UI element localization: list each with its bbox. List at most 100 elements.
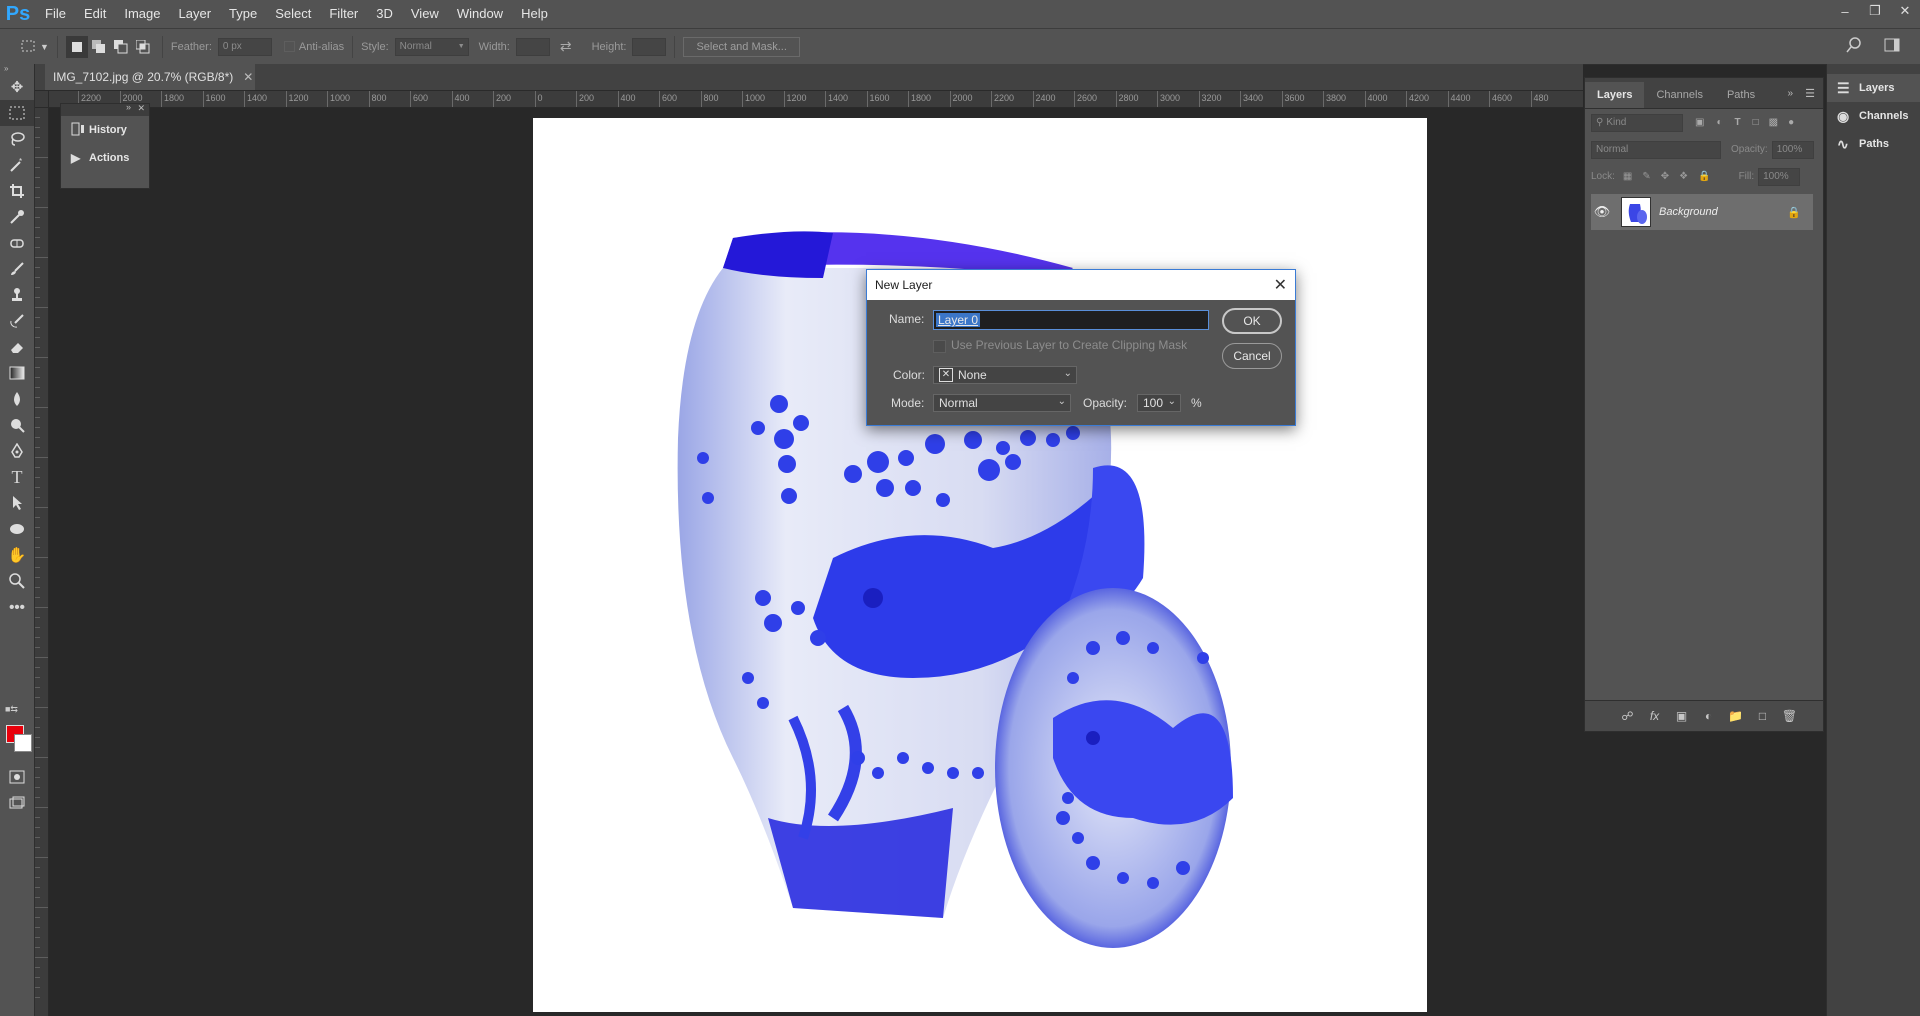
zoom-icon[interactable] — [0, 568, 34, 594]
dialog-title-bar[interactable]: New Layer ✕ — [867, 270, 1295, 300]
pen-icon[interactable] — [0, 438, 34, 464]
intersect-selection-icon[interactable] — [132, 36, 154, 58]
opacity-input[interactable]: 100 ⌄ — [1137, 394, 1181, 412]
new-selection-icon[interactable] — [65, 35, 88, 58]
lock-all-icon[interactable]: 🔒 — [1698, 171, 1710, 182]
filter-type-icon[interactable]: T — [1735, 117, 1741, 128]
menu-image[interactable]: Image — [115, 0, 169, 28]
menu-window[interactable]: Window — [448, 0, 512, 28]
delete-layer-icon[interactable]: 🗑 — [1776, 709, 1803, 723]
new-layer-icon[interactable]: □ — [1749, 709, 1776, 723]
close-icon[interactable]: ✕ — [1274, 275, 1287, 295]
filter-adjustment-icon[interactable]: ◐ — [1716, 117, 1722, 128]
color-select[interactable]: ✕ None ⌄ — [933, 366, 1077, 384]
chevron-down-icon[interactable]: ▼ — [40, 42, 49, 52]
restore-icon[interactable]: ❐ — [1860, 0, 1890, 22]
add-selection-icon[interactable] — [88, 36, 110, 58]
width-input[interactable] — [515, 37, 550, 56]
close-tab-icon[interactable]: ✕ — [243, 70, 253, 84]
layer-name-input[interactable]: Layer 0 — [933, 310, 1209, 330]
menu-view[interactable]: View — [402, 0, 448, 28]
select-and-mask-button[interactable]: Select and Mask... — [683, 36, 800, 57]
link-layers-icon[interactable]: ☍ — [1614, 709, 1641, 723]
panel-item-history[interactable]: History — [61, 116, 149, 144]
adjustment-layer-icon[interactable]: ◐ — [1695, 709, 1722, 723]
move-tool-icon[interactable]: ✥ — [0, 74, 34, 100]
menu-filter[interactable]: Filter — [320, 0, 367, 28]
opacity-input[interactable]: 100% — [1771, 140, 1814, 159]
clipping-mask-checkbox[interactable] — [933, 340, 946, 353]
dock-item-channels[interactable]: ◉ Channels — [1827, 102, 1920, 130]
filter-smart-object-icon[interactable]: ▩ — [1769, 117, 1778, 128]
path-selection-icon[interactable] — [0, 490, 34, 516]
subtract-selection-icon[interactable] — [110, 36, 132, 58]
crop-icon[interactable] — [0, 178, 34, 204]
add-mask-icon[interactable]: ▣ — [1668, 709, 1695, 723]
ok-button[interactable]: OK — [1222, 308, 1282, 334]
background-color-swatch[interactable] — [14, 734, 32, 752]
panel-header[interactable]: » ✕ — [61, 102, 149, 116]
menu-layer[interactable]: Layer — [170, 0, 221, 28]
lock-transparent-icon[interactable]: ▦ — [1623, 171, 1632, 182]
mode-select[interactable]: Normal ⌄ — [933, 394, 1071, 412]
fill-input[interactable]: 100% — [1758, 167, 1801, 186]
chevron-down-icon[interactable]: ⌄ — [1168, 396, 1176, 407]
healing-brush-icon[interactable] — [0, 230, 34, 256]
dock-item-layers[interactable]: ☰ Layers — [1827, 74, 1920, 102]
tab-channels[interactable]: Channels — [1644, 82, 1714, 108]
blur-icon[interactable] — [0, 386, 34, 412]
kind-filter-select[interactable]: ⚲ Kind — [1591, 113, 1683, 132]
brush-icon[interactable] — [0, 256, 34, 282]
lock-artboard-icon[interactable]: ❖ — [1679, 171, 1688, 182]
document-tab[interactable]: IMG_7102.jpg @ 20.7% (RGB/8*) ✕ — [45, 64, 255, 90]
screen-mode-icon[interactable] — [0, 790, 34, 816]
workspace-icon[interactable] — [1884, 37, 1900, 56]
dodge-icon[interactable] — [0, 412, 34, 438]
menu-type[interactable]: Type — [220, 0, 266, 28]
filter-pixel-icon[interactable]: ▣ — [1695, 117, 1704, 128]
eraser-icon[interactable] — [0, 334, 34, 360]
hand-icon[interactable]: ✋ — [0, 542, 34, 568]
cancel-button[interactable]: Cancel — [1222, 343, 1282, 369]
menu-select[interactable]: Select — [266, 0, 320, 28]
rectangular-marquee-icon[interactable] — [0, 100, 34, 126]
tab-paths[interactable]: Paths — [1715, 82, 1767, 108]
swap-icon[interactable]: ⇄ — [560, 38, 572, 55]
filter-toggle-icon[interactable]: ● — [1788, 117, 1794, 128]
eye-icon[interactable]: 👁 — [1591, 204, 1613, 220]
fx-icon[interactable]: fx — [1641, 709, 1668, 723]
history-brush-icon[interactable] — [0, 308, 34, 334]
collapse-icon[interactable]: » — [126, 102, 131, 112]
expand-toolbar-icon[interactable]: » — [0, 64, 34, 74]
search-icon[interactable] — [1846, 37, 1862, 56]
menu-file[interactable]: File — [36, 0, 75, 28]
close-icon[interactable]: ✕ — [137, 103, 145, 114]
dock-item-paths[interactable]: ∿ Paths — [1827, 130, 1920, 158]
ellipse-tool-icon[interactable] — [0, 516, 34, 542]
lock-position-icon[interactable]: ✥ — [1661, 171, 1669, 182]
minimize-icon[interactable]: – — [1830, 0, 1860, 22]
collapse-icon[interactable]: » — [1787, 88, 1793, 99]
gradient-icon[interactable] — [0, 360, 34, 386]
ruler-origin[interactable] — [35, 91, 49, 108]
height-input[interactable] — [632, 37, 667, 56]
panel-item-actions[interactable]: ▶ Actions — [61, 144, 149, 172]
magic-wand-icon[interactable]: * — [0, 152, 34, 178]
clone-stamp-icon[interactable] — [0, 282, 34, 308]
menu-edit[interactable]: Edit — [75, 0, 115, 28]
layer-row[interactable]: 👁 Background 🔒 — [1591, 194, 1813, 230]
style-select[interactable]: Normal ▼ — [394, 37, 469, 56]
quick-mask-icon[interactable] — [0, 764, 34, 790]
menu-help[interactable]: Help — [512, 0, 557, 28]
feather-input[interactable]: 0 px — [217, 37, 272, 56]
lasso-icon[interactable] — [0, 126, 34, 152]
close-icon[interactable]: ✕ — [1890, 0, 1920, 22]
new-group-icon[interactable]: 📁 — [1722, 709, 1749, 723]
menu-3d[interactable]: 3D — [367, 0, 402, 28]
antialias-checkbox[interactable] — [283, 41, 295, 52]
eyedropper-icon[interactable] — [0, 204, 34, 230]
more-tools-icon[interactable]: ••• — [0, 594, 34, 620]
document-canvas[interactable] — [533, 118, 1427, 1012]
marquee-preset-icon[interactable] — [18, 36, 40, 58]
blend-mode-select[interactable]: Normal — [1591, 140, 1721, 159]
